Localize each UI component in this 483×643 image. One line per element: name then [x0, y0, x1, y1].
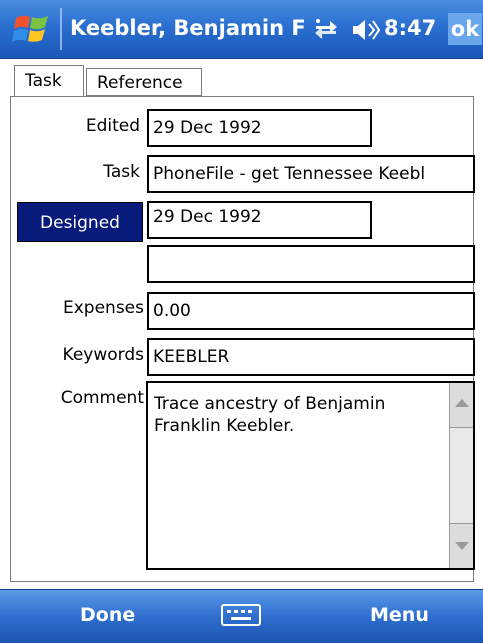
windows-start-icon[interactable]: [12, 12, 52, 46]
blank-field[interactable]: [147, 245, 475, 283]
designed-field[interactable]: 29 Dec 1992: [147, 201, 372, 239]
softkey-bar: Done Menu: [0, 589, 483, 643]
comment-textarea[interactable]: Trace ancestry of Benjamin Franklin Keeb…: [146, 381, 475, 570]
done-softkey[interactable]: Done: [80, 604, 135, 626]
menu-softkey[interactable]: Menu: [370, 604, 429, 626]
scroll-up-button[interactable]: [450, 383, 473, 428]
task-field[interactable]: PhoneFile - get Tennessee Keebl: [147, 155, 475, 193]
comment-scrollbar[interactable]: [449, 383, 473, 568]
designed-button[interactable]: Designed: [17, 202, 143, 242]
edited-field[interactable]: 29 Dec 1992: [147, 109, 372, 147]
speaker-icon[interactable]: [351, 16, 381, 44]
expenses-field[interactable]: 0.00: [147, 292, 475, 330]
comment-text: Trace ancestry of Benjamin Franklin Keeb…: [154, 394, 386, 436]
tab-reference[interactable]: Reference: [86, 68, 202, 96]
clock: 8:47: [384, 16, 437, 40]
title-bar: Keebler, Benjamin Fi 8:47 ok: [0, 0, 483, 59]
ok-button[interactable]: ok: [448, 13, 482, 45]
edited-label: Edited: [85, 116, 140, 136]
connectivity-icon[interactable]: [312, 16, 340, 44]
keywords-label: Keywords: [62, 345, 144, 365]
comment-label: Comment: [60, 388, 144, 408]
title-separator: [60, 8, 62, 50]
expenses-label: Expenses: [63, 298, 144, 318]
scroll-down-button[interactable]: [450, 523, 473, 568]
keyboard-icon[interactable]: [219, 601, 263, 629]
keywords-field[interactable]: KEEBLER: [147, 338, 475, 376]
window-title: Keebler, Benjamin Fi: [70, 16, 305, 40]
task-label: Task: [103, 162, 140, 182]
scroll-down-arrow-icon: [455, 542, 469, 550]
tab-task[interactable]: Task: [14, 65, 84, 98]
scroll-up-arrow-icon: [455, 399, 469, 407]
